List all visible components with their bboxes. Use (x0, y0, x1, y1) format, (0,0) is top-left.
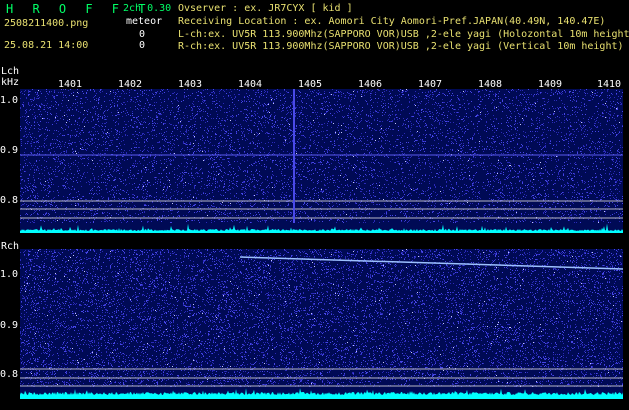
rch-freq-label: 0.8 (0, 370, 18, 380)
datetime-label: 25.08.21 14:00 (4, 41, 88, 51)
meteor-count-lch: 0 (139, 30, 145, 40)
rch-spectrogram (20, 249, 624, 399)
rch-description: R-ch:ex. UV5R 113.900Mhz(SAPPORO VOR)USB… (178, 42, 624, 52)
lch-tag: Lch (1, 67, 19, 77)
khz-unit: kHz (1, 78, 19, 88)
rch-freq-label: 0.9 (0, 321, 18, 331)
mode-label: 2ch 0.30 (123, 4, 171, 14)
filename-label: 2508211400.png (4, 19, 88, 29)
meteor-count-rch: 0 (139, 41, 145, 51)
lch-spectrogram (20, 89, 623, 233)
lch-freq-label: 1.0 (0, 96, 18, 106)
meteor-label: meteor (126, 17, 162, 27)
lch-freq-label: 0.9 (0, 146, 18, 156)
lch-description: L-ch:ex. UV5R 113.900Mhz(SAPPORO VOR)USB… (178, 30, 629, 40)
location-line: Receiving Location : ex. Aomori City Aom… (178, 17, 605, 27)
rch-freq-label: 1.0 (0, 270, 18, 280)
observer-line: Ovserver : ex. JR7CYX [ kid ] (178, 4, 353, 14)
rch-tag: Rch (1, 242, 19, 252)
lch-freq-label: 0.8 (0, 196, 18, 206)
